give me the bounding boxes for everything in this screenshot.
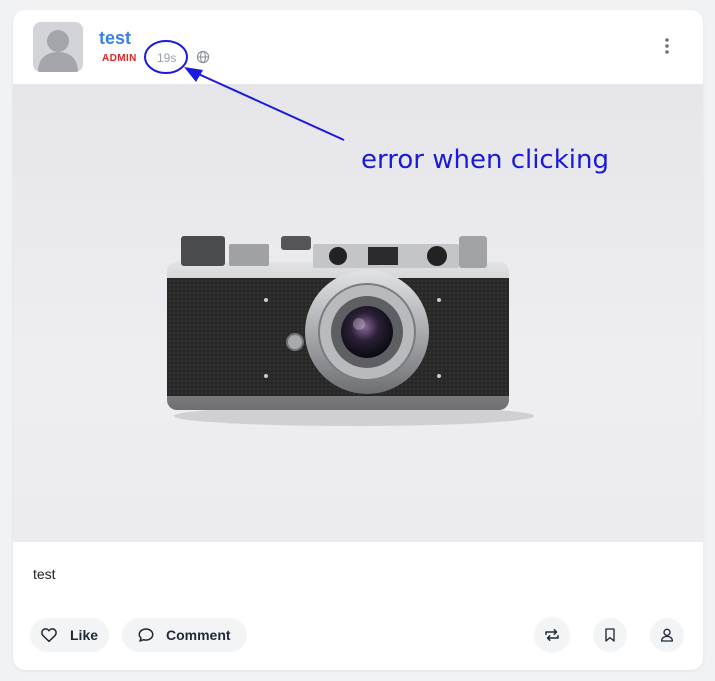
like-label: Like [70,627,99,643]
post-image[interactable] [13,84,703,542]
post-body-text: test [33,566,56,582]
avatar[interactable] [33,22,83,72]
comment-icon [138,628,154,642]
globe-icon [196,50,210,64]
like-button[interactable]: Like [30,618,109,652]
camera-photo [167,236,534,426]
more-vertical-icon [665,38,669,54]
post-timestamp[interactable]: 19s [157,51,176,65]
user-icon [661,628,673,642]
profile-button[interactable] [650,618,684,652]
role-badge: ADMIN [102,53,137,64]
repost-button[interactable] [534,617,570,653]
comment-label: Comment [166,627,231,643]
post-card: test ADMIN 19s test Like Comment [13,10,703,670]
bookmark-button[interactable] [593,618,627,652]
repost-icon [545,629,559,641]
author-name[interactable]: test [99,28,131,49]
more-options-button[interactable] [657,34,677,58]
heart-icon [41,628,57,643]
comment-button[interactable]: Comment [122,618,247,652]
post-header: test ADMIN 19s [13,10,703,84]
bookmark-icon [605,628,615,642]
